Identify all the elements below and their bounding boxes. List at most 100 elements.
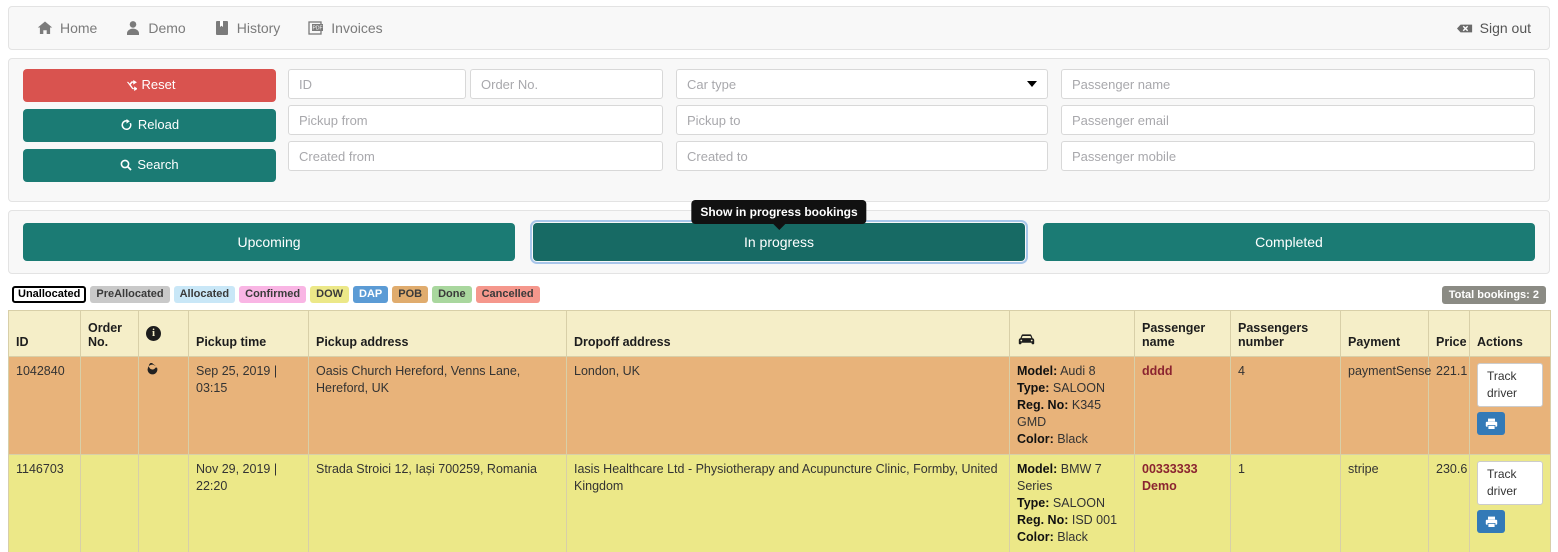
search-label: Search [137,157,179,172]
legend-allocated[interactable]: Allocated [173,286,236,303]
th-pickup-time[interactable]: Pickup time [188,310,309,357]
print-button[interactable] [1477,510,1505,533]
passenger-name-input[interactable]: Passenger name [1061,69,1535,99]
bookings-table-wrapper: ID Order No. i Pickup time Pickup addres… [8,310,1551,552]
legend-dap[interactable]: DAP [353,286,389,303]
table-row[interactable]: 1146703 Nov 29, 2019 | 22:20 Strada Stro… [8,454,1551,552]
cell-payment: stripe [1340,454,1429,552]
total-bookings-badge: Total bookings: 2 [1441,286,1546,304]
th-payment[interactable]: Payment [1340,310,1429,357]
th-order-no[interactable]: Order No. [80,310,139,357]
status-legend-bar: Unallocated PreAllocated Allocated Confi… [8,286,1550,306]
search-icon [120,159,133,174]
tab-upcoming[interactable]: Upcoming [23,223,515,261]
repeat-icon [146,362,159,379]
cell-pickup-time: Sep 25, 2019 | 03:15 [188,356,309,455]
cell-price: 221.1 [1428,356,1470,455]
nav-item-invoices[interactable]: PDF Invoices [294,7,396,49]
table-header-row: ID Order No. i Pickup time Pickup addres… [8,310,1551,357]
track-driver-button[interactable]: Track driver [1477,363,1543,407]
legend-confirmed[interactable]: Confirmed [239,286,307,303]
reset-button[interactable]: Reset [23,69,276,102]
passenger-email-input[interactable]: Passenger email [1061,105,1535,135]
created-to-input[interactable]: Created to [676,141,1048,171]
cell-info [138,356,189,455]
cell-pickup-address: Strada Stroici 12, Iași 700259, Romania [308,454,567,552]
passenger-mobile-input[interactable]: Passenger mobile [1061,141,1535,171]
cell-dropoff-address: London, UK [566,356,1010,455]
th-price[interactable]: Price [1428,310,1470,357]
refresh-icon [120,119,133,134]
status-legend: Unallocated PreAllocated Allocated Confi… [12,286,540,303]
created-from-input[interactable]: Created from [288,141,663,171]
car-model-label: Model: [1017,462,1058,476]
booking-status-tabs: Upcoming In progress Completed Show in p… [8,200,1550,274]
table-body: 1042840 Sep 25, 2019 | 03:15 Oasis Churc… [8,356,1551,552]
cell-order-no [80,356,139,455]
cell-pickup-time: Nov 29, 2019 | 22:20 [188,454,309,552]
nav-item-demo[interactable]: Demo [111,7,199,49]
car-color-value: Black [1057,432,1088,446]
print-button[interactable] [1477,412,1505,435]
filter-column-a: ID Order No. Pickup from Created from [288,69,676,173]
legend-cancelled[interactable]: Cancelled [475,286,540,303]
cell-id: 1042840 [8,356,81,455]
car-reg-label: Reg. No: [1017,398,1069,412]
tooltip-in-progress: Show in progress bookings [691,200,867,230]
legend-dow[interactable]: DOW [310,286,350,303]
nav-label-invoices: Invoices [331,20,383,36]
pickup-from-input[interactable]: Pickup from [288,105,663,135]
th-passenger-name[interactable]: Passenger name [1134,310,1231,357]
pickup-to-input[interactable]: Pickup to [676,105,1048,135]
order-no-input[interactable]: Order No. [470,69,663,99]
cell-info [138,454,189,552]
print-icon [1485,516,1497,528]
reset-label: Reset [141,77,176,92]
sign-out-button[interactable]: Sign out [1456,20,1531,36]
nav-item-home[interactable]: Home [23,7,111,49]
cell-dropoff-address: Iasis Healthcare Ltd - Physiotherapy and… [566,454,1010,552]
track-driver-button[interactable]: Track driver [1477,461,1543,505]
th-car [1009,310,1135,357]
shuffle-icon [123,79,138,94]
car-type-label: Type: [1017,381,1050,395]
chevron-down-icon [1027,81,1037,87]
top-navbar: Home Demo History PDF Invoices Sign out [8,6,1550,50]
cell-actions: Track driver [1469,454,1551,552]
th-dropoff-address[interactable]: Dropoff address [566,310,1010,357]
book-icon [214,20,230,36]
th-id[interactable]: ID [8,310,81,357]
id-input[interactable]: ID [288,69,466,99]
passenger-name-value: dddd [1142,364,1173,378]
tab-completed[interactable]: Completed [1043,223,1535,261]
legend-unallocated[interactable]: Unallocated [12,286,87,303]
car-color-label: Color: [1017,432,1054,446]
svg-text:PDF: PDF [313,26,323,32]
home-icon [37,20,53,36]
bookings-table: ID Order No. i Pickup time Pickup addres… [8,310,1551,552]
legend-done[interactable]: Done [432,286,472,303]
sign-out-icon [1456,20,1473,36]
car-reg-label: Reg. No: [1017,513,1069,527]
car-type-label: Type: [1017,496,1050,510]
cell-passengers-number: 1 [1230,454,1341,552]
legend-preallocated[interactable]: PreAllocated [90,286,170,303]
filter-buttons-column: Reset Reload Search [23,69,288,189]
legend-pob[interactable]: POB [392,286,429,303]
car-type-select[interactable]: Car type [676,69,1048,99]
car-type-value: SALOON [1052,496,1106,510]
cell-order-no [80,454,139,552]
user-icon [125,20,141,36]
filter-column-b: Car type Pickup to Created to [676,69,1061,173]
info-icon[interactable]: i [146,325,161,341]
cell-passenger-name: dddd [1134,356,1231,455]
th-pickup-address[interactable]: Pickup address [308,310,567,357]
reload-button[interactable]: Reload [23,109,276,142]
nav-label-home: Home [60,20,98,36]
table-row[interactable]: 1042840 Sep 25, 2019 | 03:15 Oasis Churc… [8,356,1551,455]
search-button[interactable]: Search [23,149,276,182]
th-passengers-number[interactable]: Passengers number [1230,310,1341,357]
cell-id: 1146703 [8,454,81,552]
car-reg-value: ISD 001 [1071,513,1118,527]
nav-item-history[interactable]: History [200,7,295,49]
